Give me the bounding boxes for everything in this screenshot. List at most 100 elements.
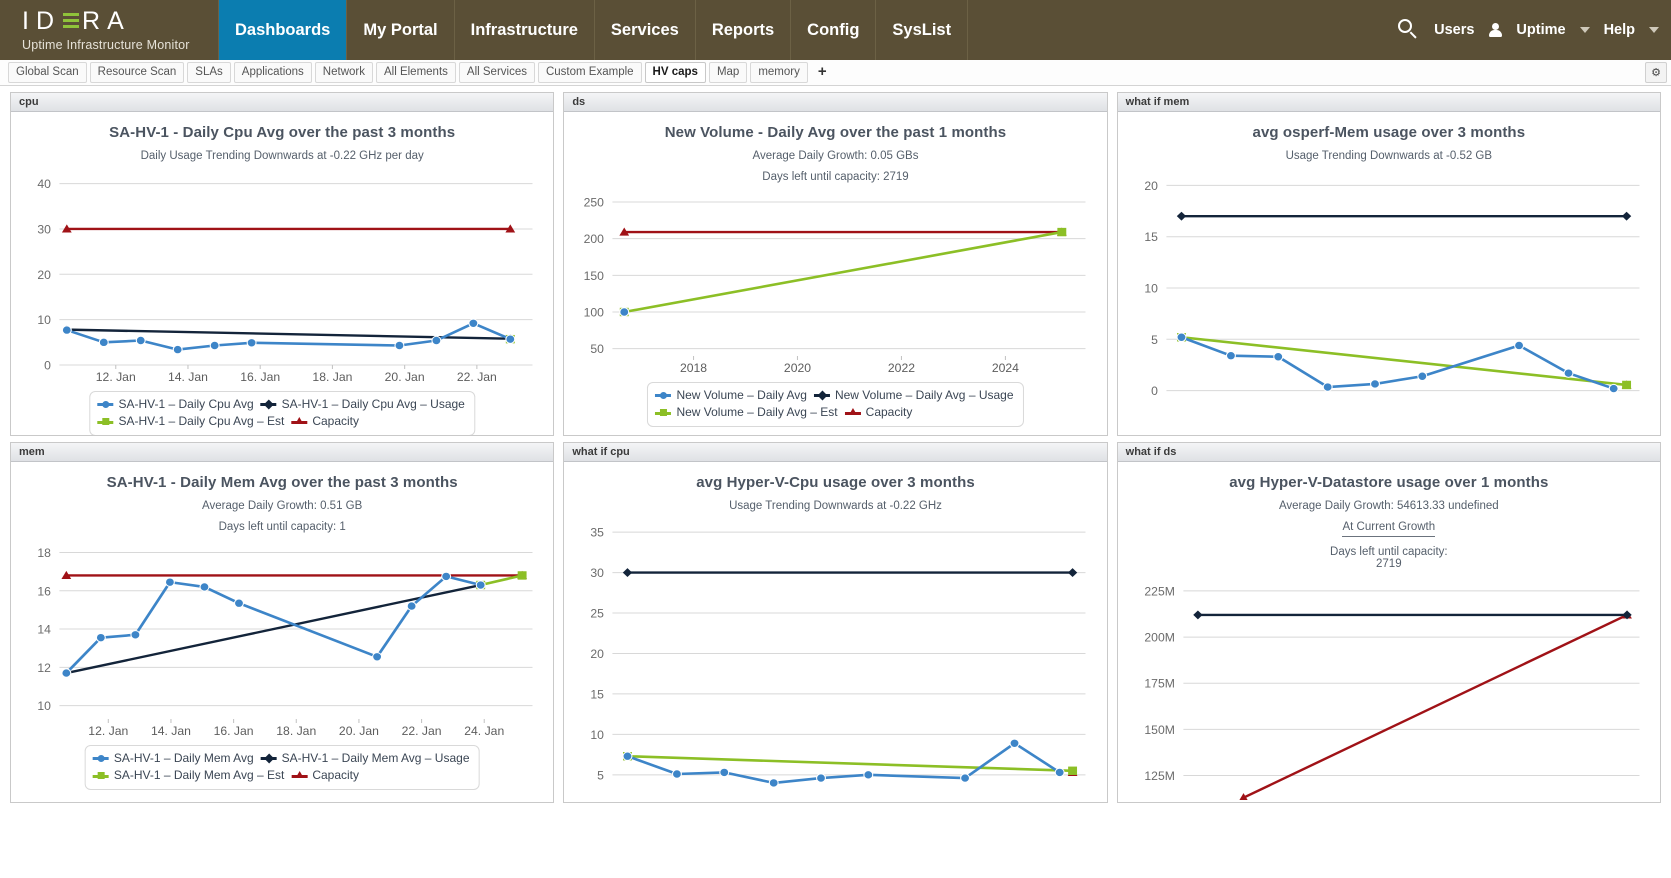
svg-text:10: 10 — [37, 313, 51, 327]
users-link[interactable]: Users — [1434, 22, 1474, 38]
legend-item[interactable]: Capacity — [291, 767, 359, 784]
svg-text:18. Jan: 18. Jan — [276, 724, 316, 738]
panel-body-cpu: SA-HV-1 - Daily Cpu Avg over the past 3 … — [11, 112, 553, 435]
svg-text:50: 50 — [591, 342, 605, 356]
tab-global-scan[interactable]: Global Scan — [8, 61, 87, 84]
brand-logo[interactable]: IDRA Uptime Infrastructure Monitor — [0, 0, 218, 60]
legend-item[interactable]: SA-HV-1 – Daily Cpu Avg — [97, 396, 254, 413]
svg-text:20: 20 — [37, 268, 51, 282]
legend-item[interactable]: New Volume – Daily Avg – Est — [655, 404, 838, 421]
tab-memory[interactable]: memory — [750, 61, 808, 84]
svg-text:20: 20 — [591, 647, 605, 661]
legend-label: SA-HV-1 – Daily Mem Avg – Est — [113, 768, 285, 783]
svg-text:250: 250 — [584, 196, 605, 210]
panel-title-mem: mem — [11, 443, 554, 462]
svg-text:150: 150 — [584, 269, 605, 283]
tab-applications[interactable]: Applications — [233, 61, 312, 84]
svg-text:18: 18 — [37, 546, 51, 560]
panel-what-if-ds: what if ds avg Hyper-V-Datastore usage o… — [1116, 442, 1661, 803]
svg-text:0: 0 — [1151, 384, 1158, 398]
legend-item[interactable]: Capacity — [291, 413, 359, 430]
panel-title-ds: ds — [564, 93, 1107, 112]
plot-what-if-cpu[interactable]: 5 10 15 20 25 30 35 — [570, 512, 1100, 797]
panel-title-what-if-ds: what if ds — [1117, 443, 1660, 462]
menu-item-syslist[interactable]: SysList — [876, 0, 969, 60]
svg-text:2020: 2020 — [784, 361, 812, 375]
plot-what-if-ds[interactable]: 125M 150M 175M 200M 225M — [1124, 570, 1654, 800]
svg-text:16: 16 — [37, 585, 51, 599]
add-tab-button[interactable]: + — [811, 63, 834, 83]
menu-item-my-portal[interactable]: My Portal — [347, 0, 455, 60]
plot-ds[interactable]: 50 100 150 200 250 2018 2020 2022 2024 New Volume… — [570, 183, 1100, 427]
legend-item[interactable]: New Volume – Daily Avg — [655, 387, 807, 404]
chevron-down-icon[interactable] — [1649, 27, 1659, 33]
legend-item[interactable]: New Volume – Daily Avg – Usage — [813, 387, 1014, 404]
search-icon[interactable] — [1398, 19, 1420, 41]
legend-marker-icon — [260, 399, 277, 410]
legend-label: SA-HV-1 – Daily Mem Avg — [113, 751, 254, 765]
plot-what-if-mem[interactable]: 0 5 10 15 20 — [1124, 162, 1654, 412]
svg-text:14. Jan: 14. Jan — [168, 370, 208, 384]
svg-text:30: 30 — [591, 566, 605, 580]
logo-e-glyph — [63, 12, 80, 29]
menu-item-services[interactable]: Services — [595, 0, 696, 60]
legend-label: New Volume – Daily Avg – Est — [676, 405, 838, 420]
panel-mem: mem SA-HV-1 - Daily Mem Avg over the pas… — [10, 442, 555, 803]
svg-text:225M: 225M — [1144, 585, 1174, 599]
plot-cpu[interactable]: 0 10 20 30 40 12. Jan 14. Jan 16. Jan 18. Jan 20.… — [17, 162, 547, 435]
chart-subtitle-what-if-cpu: Usage Trending Downwards at -0.22 GHz — [729, 500, 942, 512]
menu-item-config[interactable]: Config — [791, 0, 877, 60]
legend-item[interactable]: SA-HV-1 – Daily Cpu Avg – Usage — [260, 396, 465, 413]
product-tagline: Uptime Infrastructure Monitor — [22, 37, 190, 52]
uptime-user-menu[interactable]: Uptime — [1516, 22, 1565, 38]
chart-title-ds: New Volume - Daily Avg over the past 1 m… — [664, 124, 1007, 141]
tab-all-services[interactable]: All Services — [458, 61, 535, 84]
tab-map[interactable]: Map — [708, 61, 748, 84]
legend-item[interactable]: SA-HV-1 – Daily Mem Avg — [92, 750, 254, 767]
tab-slas[interactable]: SLAs — [187, 61, 231, 84]
legend-label: SA-HV-1 – Daily Cpu Avg – Usage — [281, 397, 465, 411]
nav-right-cluster: Users Uptime Help — [1398, 0, 1671, 60]
tab-hv-caps[interactable]: HV caps — [644, 61, 706, 84]
gear-icon[interactable]: ⚙ — [1645, 62, 1667, 83]
svg-text:14. Jan: 14. Jan — [151, 724, 191, 738]
chart-title-what-if-mem: avg osperf-Mem usage over 3 months — [1252, 124, 1526, 141]
dashboard-grid: cpu SA-HV-1 - Daily Cpu Avg over the pas… — [0, 86, 1671, 803]
svg-text:15: 15 — [1144, 231, 1158, 245]
chart-subtitle-ds-growth: Average Daily Growth: 0.05 GBs — [752, 150, 919, 162]
chart-subtitle-mem-growth: Average Daily Growth: 0.51 GB — [202, 500, 363, 512]
legend-marker-icon — [291, 770, 308, 778]
tab-custom-example[interactable]: Custom Example — [537, 61, 642, 84]
plot-mem[interactable]: 10 12 14 16 18 12. Jan 14. Jan 16. Jan 18. Jan 20… — [17, 533, 547, 790]
main-menu: Dashboards My Portal Infrastructure Serv… — [218, 0, 969, 60]
svg-text:10: 10 — [591, 728, 605, 742]
tab-network[interactable]: Network — [314, 61, 373, 84]
svg-text:20. Jan: 20. Jan — [385, 370, 425, 384]
panel-what-if-mem: what if mem avg osperf-Mem usage over 3 … — [1116, 92, 1661, 436]
legend-item[interactable]: SA-HV-1 – Daily Mem Avg – Est — [92, 767, 285, 784]
chart-title-what-if-cpu: avg Hyper-V-Cpu usage over 3 months — [696, 474, 975, 491]
svg-text:200M: 200M — [1144, 631, 1174, 645]
legend-marker-icon — [844, 407, 861, 415]
help-menu[interactable]: Help — [1604, 22, 1635, 38]
svg-text:25: 25 — [591, 607, 605, 621]
panel-body-what-if-ds: avg Hyper-V-Datastore usage over 1 month… — [1118, 462, 1660, 802]
menu-item-infrastructure[interactable]: Infrastructure — [455, 0, 595, 60]
chart-title-what-if-ds: avg Hyper-V-Datastore usage over 1 month… — [1229, 474, 1549, 491]
menu-item-reports[interactable]: Reports — [696, 0, 792, 60]
menu-item-dashboards[interactable]: Dashboards — [218, 0, 348, 60]
chart-subtitle-what-if-mem: Usage Trending Downwards at -0.52 GB — [1285, 150, 1493, 162]
legend-item[interactable]: SA-HV-1 – Daily Mem Avg – Usage — [260, 750, 470, 767]
legend-item[interactable]: SA-HV-1 – Daily Cpu Avg – Est — [97, 413, 284, 430]
tab-all-elements[interactable]: All Elements — [375, 61, 456, 84]
legend-marker-icon — [655, 409, 672, 417]
svg-text:10: 10 — [37, 699, 51, 713]
chart-subtitle-what-if-ds-days-label: Days left until capacity: — [1330, 546, 1448, 558]
chart-subtitle-cpu: Daily Usage Trending Downwards at -0.22 … — [140, 150, 424, 162]
legend-item[interactable]: Capacity — [844, 404, 912, 421]
tab-resource-scan[interactable]: Resource Scan — [89, 61, 185, 84]
legend-label: SA-HV-1 – Daily Cpu Avg — [118, 397, 254, 411]
svg-text:22. Jan: 22. Jan — [402, 724, 442, 738]
svg-text:12. Jan: 12. Jan — [96, 370, 136, 384]
chevron-down-icon[interactable] — [1579, 27, 1590, 33]
